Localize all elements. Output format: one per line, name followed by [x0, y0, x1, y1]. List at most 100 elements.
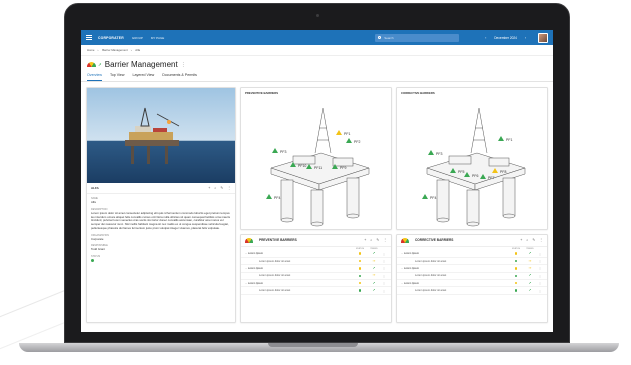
- status-cell: [353, 281, 367, 285]
- more-icon[interactable]: ⋮: [381, 259, 387, 263]
- more-icon[interactable]: ⋮: [381, 281, 387, 285]
- table-row[interactable]: Lorem Ipsum ➚ ⋮: [397, 280, 547, 288]
- search-icon[interactable]: ⌕: [214, 186, 216, 190]
- period-label[interactable]: December 2024: [494, 36, 517, 40]
- row-label: Lorem Ipsum: [245, 252, 353, 255]
- status-dot: [358, 252, 362, 255]
- more-icon[interactable]: ⋮: [537, 274, 543, 278]
- table-row[interactable]: Lorem ipsum dolor sit amet ➞ ⋮: [397, 258, 547, 266]
- more-icon[interactable]: ⋮: [537, 289, 543, 293]
- table-row[interactable]: Lorem Ipsum ➚ ⋮: [241, 280, 391, 288]
- more-icon[interactable]: ⋮: [381, 266, 387, 270]
- preventive-table-header: PREVENTIVE BARRIERS + ⌕ ✎ ⋮: [241, 235, 391, 247]
- table-row[interactable]: Lorem ipsum dolor sit amet ➞ ⋮: [241, 258, 391, 266]
- trend-flat-icon: ➞: [528, 265, 532, 270]
- table-row[interactable]: Lorem ipsum dolor sit amet ➞ ⋮: [241, 273, 391, 280]
- table-row[interactable]: Lorem ipsum dolor sit amet ➚ ⋮: [241, 287, 391, 295]
- trend-cell: ➚: [523, 288, 537, 292]
- tab-overview[interactable]: Overview: [87, 71, 102, 81]
- status-cell: [509, 281, 523, 285]
- table-row[interactable]: Lorem Ipsum ➚ ⋮: [241, 251, 391, 258]
- status-dot: [514, 267, 518, 270]
- more-icon[interactable]: ⋮: [381, 289, 387, 293]
- trend-flat-icon: ➞: [372, 273, 376, 278]
- status-dot: [91, 259, 94, 263]
- menu-icon[interactable]: [86, 35, 92, 40]
- nav-group[interactable]: GROUP: [132, 36, 143, 40]
- edit-icon[interactable]: ✎: [532, 238, 535, 242]
- oil-rig-image: [125, 107, 180, 164]
- preventive-rig-diagram: PF1 PF2 PF3 PF10 PF11 PF9 PF4: [266, 107, 370, 227]
- more-icon[interactable]: ⋮: [537, 259, 543, 263]
- table-row[interactable]: Lorem ipsum dolor sit amet ➚ ⋮: [397, 273, 547, 280]
- tab-documents-permits[interactable]: Documents & Permits: [162, 71, 197, 81]
- more-icon[interactable]: ⋮: [539, 238, 543, 242]
- edit-icon[interactable]: ✎: [220, 186, 223, 190]
- add-icon[interactable]: +: [364, 238, 366, 242]
- nav-my-page[interactable]: MY PAGE: [151, 36, 164, 40]
- table-row[interactable]: Lorem Ipsum ➚ ⋮: [397, 251, 547, 258]
- search-icon: [378, 36, 382, 39]
- preventive-view-card: PREVENTIVE BARRIERS PF1 PF2 PF3 PF10 PF1…: [240, 87, 392, 230]
- search-icon[interactable]: ⌕: [370, 238, 372, 242]
- status-cell: [509, 289, 523, 292]
- search-input[interactable]: Search: [375, 33, 460, 42]
- table-row[interactable]: Lorem Ipsum ➚ ⋮: [241, 265, 391, 273]
- trend-up-icon: ➚: [372, 288, 376, 293]
- more-icon[interactable]: ⋮: [537, 252, 543, 256]
- search-icon[interactable]: ⌕: [526, 238, 528, 242]
- more-icon[interactable]: ⋮: [181, 62, 186, 68]
- brand-logo[interactable]: CORPORATER: [98, 36, 124, 40]
- breadcrumb-home[interactable]: Home: [87, 48, 94, 52]
- field-label-responsible: RESPONSIBLE: [91, 244, 108, 248]
- trend-cell: ➚: [523, 274, 537, 278]
- marker-label: PF8: [500, 170, 506, 174]
- table-row[interactable]: Lorem ipsum dolor sit amet ➚ ⋮: [397, 287, 547, 295]
- trend-flat-icon: ➞: [372, 258, 376, 263]
- marker-label: PF3: [280, 150, 286, 154]
- field-value-responsible: Todd Grant: [91, 247, 105, 252]
- trend-cell: ➚: [367, 281, 381, 285]
- tab-top-view[interactable]: Top View: [110, 71, 125, 81]
- breadcrumb-alfa: Alfa: [135, 48, 141, 52]
- trend-cell: ➞: [523, 258, 537, 263]
- breadcrumb-barrier-management[interactable]: Barrier Management: [102, 48, 128, 52]
- marker-label: PF11: [314, 166, 322, 170]
- row-label: Lorem Ipsum: [245, 267, 353, 270]
- more-icon[interactable]: ⋮: [381, 252, 387, 256]
- preventive-table-title: PREVENTIVE BARRIERS: [259, 238, 297, 243]
- avatar[interactable]: [538, 32, 548, 43]
- info-card-title: ALFA: [91, 186, 99, 190]
- corrective-view-card: CORRECTIVE BARRIERS PF1 PF3 PF5 PF6 PF8 …: [396, 87, 548, 230]
- row-label: Lorem ipsum dolor sit amet: [415, 274, 447, 278]
- more-icon[interactable]: ⋮: [227, 186, 231, 190]
- add-icon[interactable]: +: [520, 238, 522, 242]
- marker-label: PF1: [506, 138, 512, 142]
- marker-label: PF9: [340, 166, 346, 170]
- chevron-right-icon[interactable]: ›: [525, 36, 526, 40]
- chevron-left-icon[interactable]: ‹: [485, 36, 486, 40]
- col-trend: TREND: [370, 247, 378, 250]
- add-icon[interactable]: +: [208, 186, 210, 190]
- marker-label: PF1: [344, 132, 350, 136]
- more-icon[interactable]: ⋮: [537, 266, 543, 270]
- trend-flat-icon: ➞: [528, 258, 532, 263]
- more-icon[interactable]: ⋮: [537, 281, 543, 285]
- more-icon[interactable]: ⋮: [381, 274, 387, 278]
- status-cell: [509, 259, 523, 263]
- info-card: ALFA + ⌕ ✎ ⋮ NAME Alfa DESCRIPTION Lorem…: [86, 87, 236, 323]
- field-value-description: Lorem ipsum dolor sit amet consectetur a…: [91, 210, 230, 230]
- field-label-name: NAME: [91, 197, 98, 200]
- status-dot: [358, 267, 362, 270]
- edit-icon[interactable]: ✎: [376, 238, 379, 242]
- trend-cell: ➚: [523, 251, 537, 255]
- preventive-table-rows: Lorem Ipsum ➚ ⋮ Lorem ipsum dolor sit amet ➞…: [241, 251, 391, 295]
- status-dot: [514, 289, 518, 292]
- field-value-name: Alfa: [91, 200, 96, 204]
- more-icon[interactable]: ⋮: [383, 238, 387, 242]
- row-label: Lorem ipsum dolor sit amet: [415, 259, 447, 263]
- field-value-organization: Corporate: [91, 236, 104, 241]
- table-row[interactable]: Lorem Ipsum ➞ ⋮: [397, 265, 547, 273]
- row-label: Lorem Ipsum: [245, 282, 353, 285]
- tab-layered-view[interactable]: Layered View: [133, 71, 155, 81]
